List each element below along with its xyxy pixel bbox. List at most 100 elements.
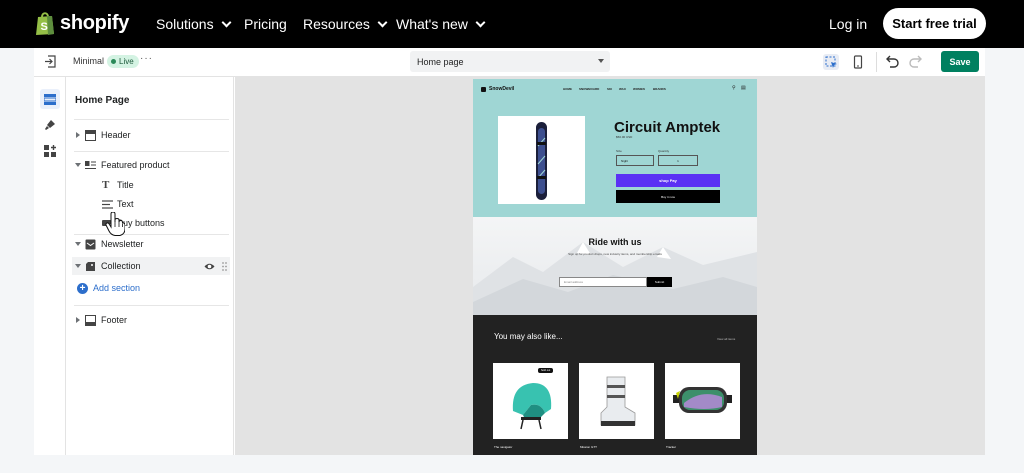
chevron-down-icon [377,17,388,27]
store-nav-brands[interactable]: BRANDS [653,87,666,91]
add-section-label: Add section [93,283,141,293]
preview-canvas: SnowDevil HOME SNOWBOARD SKI WAX WOMEN B… [235,77,985,455]
store-logo-text: SnowDevil [489,86,515,92]
svg-text:S: S [41,21,48,33]
subscribe-button[interactable]: Submit [647,277,672,287]
save-button[interactable]: Save [941,51,979,72]
redo-icon[interactable] [908,54,924,70]
editor-rail [34,77,66,455]
featured-product-section[interactable]: SnowDevil HOME SNOWBOARD SKI WAX WOMEN B… [473,79,757,217]
product-price: $50.00 USD [616,135,633,139]
page-selector[interactable]: Home page [410,51,610,72]
sections-sidebar: Home Page Header Featured product T Titl… [66,77,234,455]
text-lines-icon [102,199,113,209]
block-text[interactable]: Text [66,195,232,213]
live-status-label: Live [119,57,134,66]
section-header-label: Header [101,130,131,140]
email-field[interactable]: Email address [559,277,647,287]
shopify-logo[interactable]: S shopify [34,10,129,36]
expand-icon[interactable] [76,132,80,138]
product-card-name[interactable]: Mission GTT [580,445,597,449]
collapse-icon[interactable] [75,163,81,167]
chevron-down-icon [221,17,232,27]
buy-now-button[interactable]: Buy it now [616,190,720,203]
store-nav-women[interactable]: WOMEN [633,87,645,91]
view-all-link[interactable]: View all items [717,337,735,341]
login-link[interactable]: Log in [829,16,867,32]
ski-boot-image [600,376,636,426]
newsletter-section[interactable]: Ride with us Sign up for product drops, … [473,217,757,315]
inspector-icon[interactable] [823,54,839,70]
apps-icon [44,145,56,157]
more-actions-button[interactable]: ··· [140,53,153,64]
store-nav-ski[interactable]: SKI [607,87,612,91]
snowboard-image [536,122,547,200]
product-card[interactable]: Sold out [493,363,568,439]
section-featured-product-label: Featured product [101,160,170,170]
product-card[interactable] [579,363,654,439]
nav-solutions-label: Solutions [156,16,214,32]
collapse-icon[interactable] [75,242,81,246]
size-select[interactable]: Night [616,155,654,166]
sections-tab[interactable] [40,89,60,109]
theme-name: Minimal [73,56,105,66]
sections-icon [44,93,56,105]
store-cart-icon[interactable]: ▤ [741,85,746,91]
eye-icon[interactable] [204,261,215,272]
quantity-stepper[interactable]: 1 [658,155,698,166]
size-label: Size [616,149,622,153]
add-section-button[interactable]: + Add section [66,279,232,297]
theme-settings-tab[interactable] [40,115,60,135]
brush-icon [45,120,55,130]
sold-out-badge: Sold out [538,368,554,373]
nav-solutions[interactable]: Solutions [156,16,232,32]
drag-handle-icon[interactable] [219,261,230,272]
newsletter-title: Ride with us [588,237,642,247]
product-card[interactable] [665,363,740,439]
product-card-name[interactable]: Tracker [666,445,676,449]
sidebar-divider [74,119,229,120]
product-image[interactable] [498,116,585,204]
nav-resources[interactable]: Resources [303,16,388,32]
quantity-value: 1 [677,158,679,163]
store-logo-mark-icon [481,86,486,92]
logo-wordmark: shopify [60,11,130,34]
nav-pricing[interactable]: Pricing [244,16,287,32]
sidebar-divider [74,151,229,152]
store-nav-snowboard[interactable]: SNOWBOARD [579,87,599,91]
mobile-view-icon[interactable] [850,54,866,70]
block-text-label: Text [117,199,134,209]
section-featured-product[interactable]: Featured product [66,156,232,174]
newsletter-icon [85,239,96,249]
nav-whats-new[interactable]: What's new [396,16,486,32]
expand-icon[interactable] [76,317,80,323]
product-card-name[interactable]: The navigator [494,445,512,449]
apps-tab[interactable] [40,141,60,161]
store-preview[interactable]: SnowDevil HOME SNOWBOARD SKI WAX WOMEN B… [473,79,757,455]
block-buy-buttons[interactable]: Buy buttons [66,214,232,232]
store-nav-home[interactable]: HOME [563,87,572,91]
store-search-icon[interactable]: ⚲ [732,85,736,91]
mountain-background-image [473,242,757,315]
exit-icon[interactable] [44,55,57,68]
section-header[interactable]: Header [66,126,232,144]
section-footer[interactable]: Footer [66,311,232,329]
undo-icon[interactable] [884,54,900,70]
sidebar-divider [74,305,229,306]
plus-circle-icon: + [77,282,88,294]
product-title: Circuit Amptek [614,119,721,136]
size-select-value: Night [621,158,629,163]
theme-editor: Minimal Live ··· Home page Save Home Pag… [34,48,985,455]
collapse-icon[interactable] [75,264,81,268]
block-title[interactable]: T Title [66,176,232,194]
section-collection-label: Collection [101,261,141,271]
start-free-trial-button[interactable]: Start free trial [883,8,986,39]
newsletter-subtitle: Sign up for product drops, new industry … [568,252,662,256]
store-logo[interactable]: SnowDevil [481,86,514,92]
shop-pay-button[interactable]: shop Pay [616,174,720,187]
section-newsletter[interactable]: Newsletter [66,235,232,253]
helmet-image [512,383,552,430]
store-nav-wax[interactable]: WAX [619,87,626,91]
section-collection[interactable]: Collection [72,257,230,275]
collection-section[interactable]: You may also like... View all items Sold… [473,315,757,455]
